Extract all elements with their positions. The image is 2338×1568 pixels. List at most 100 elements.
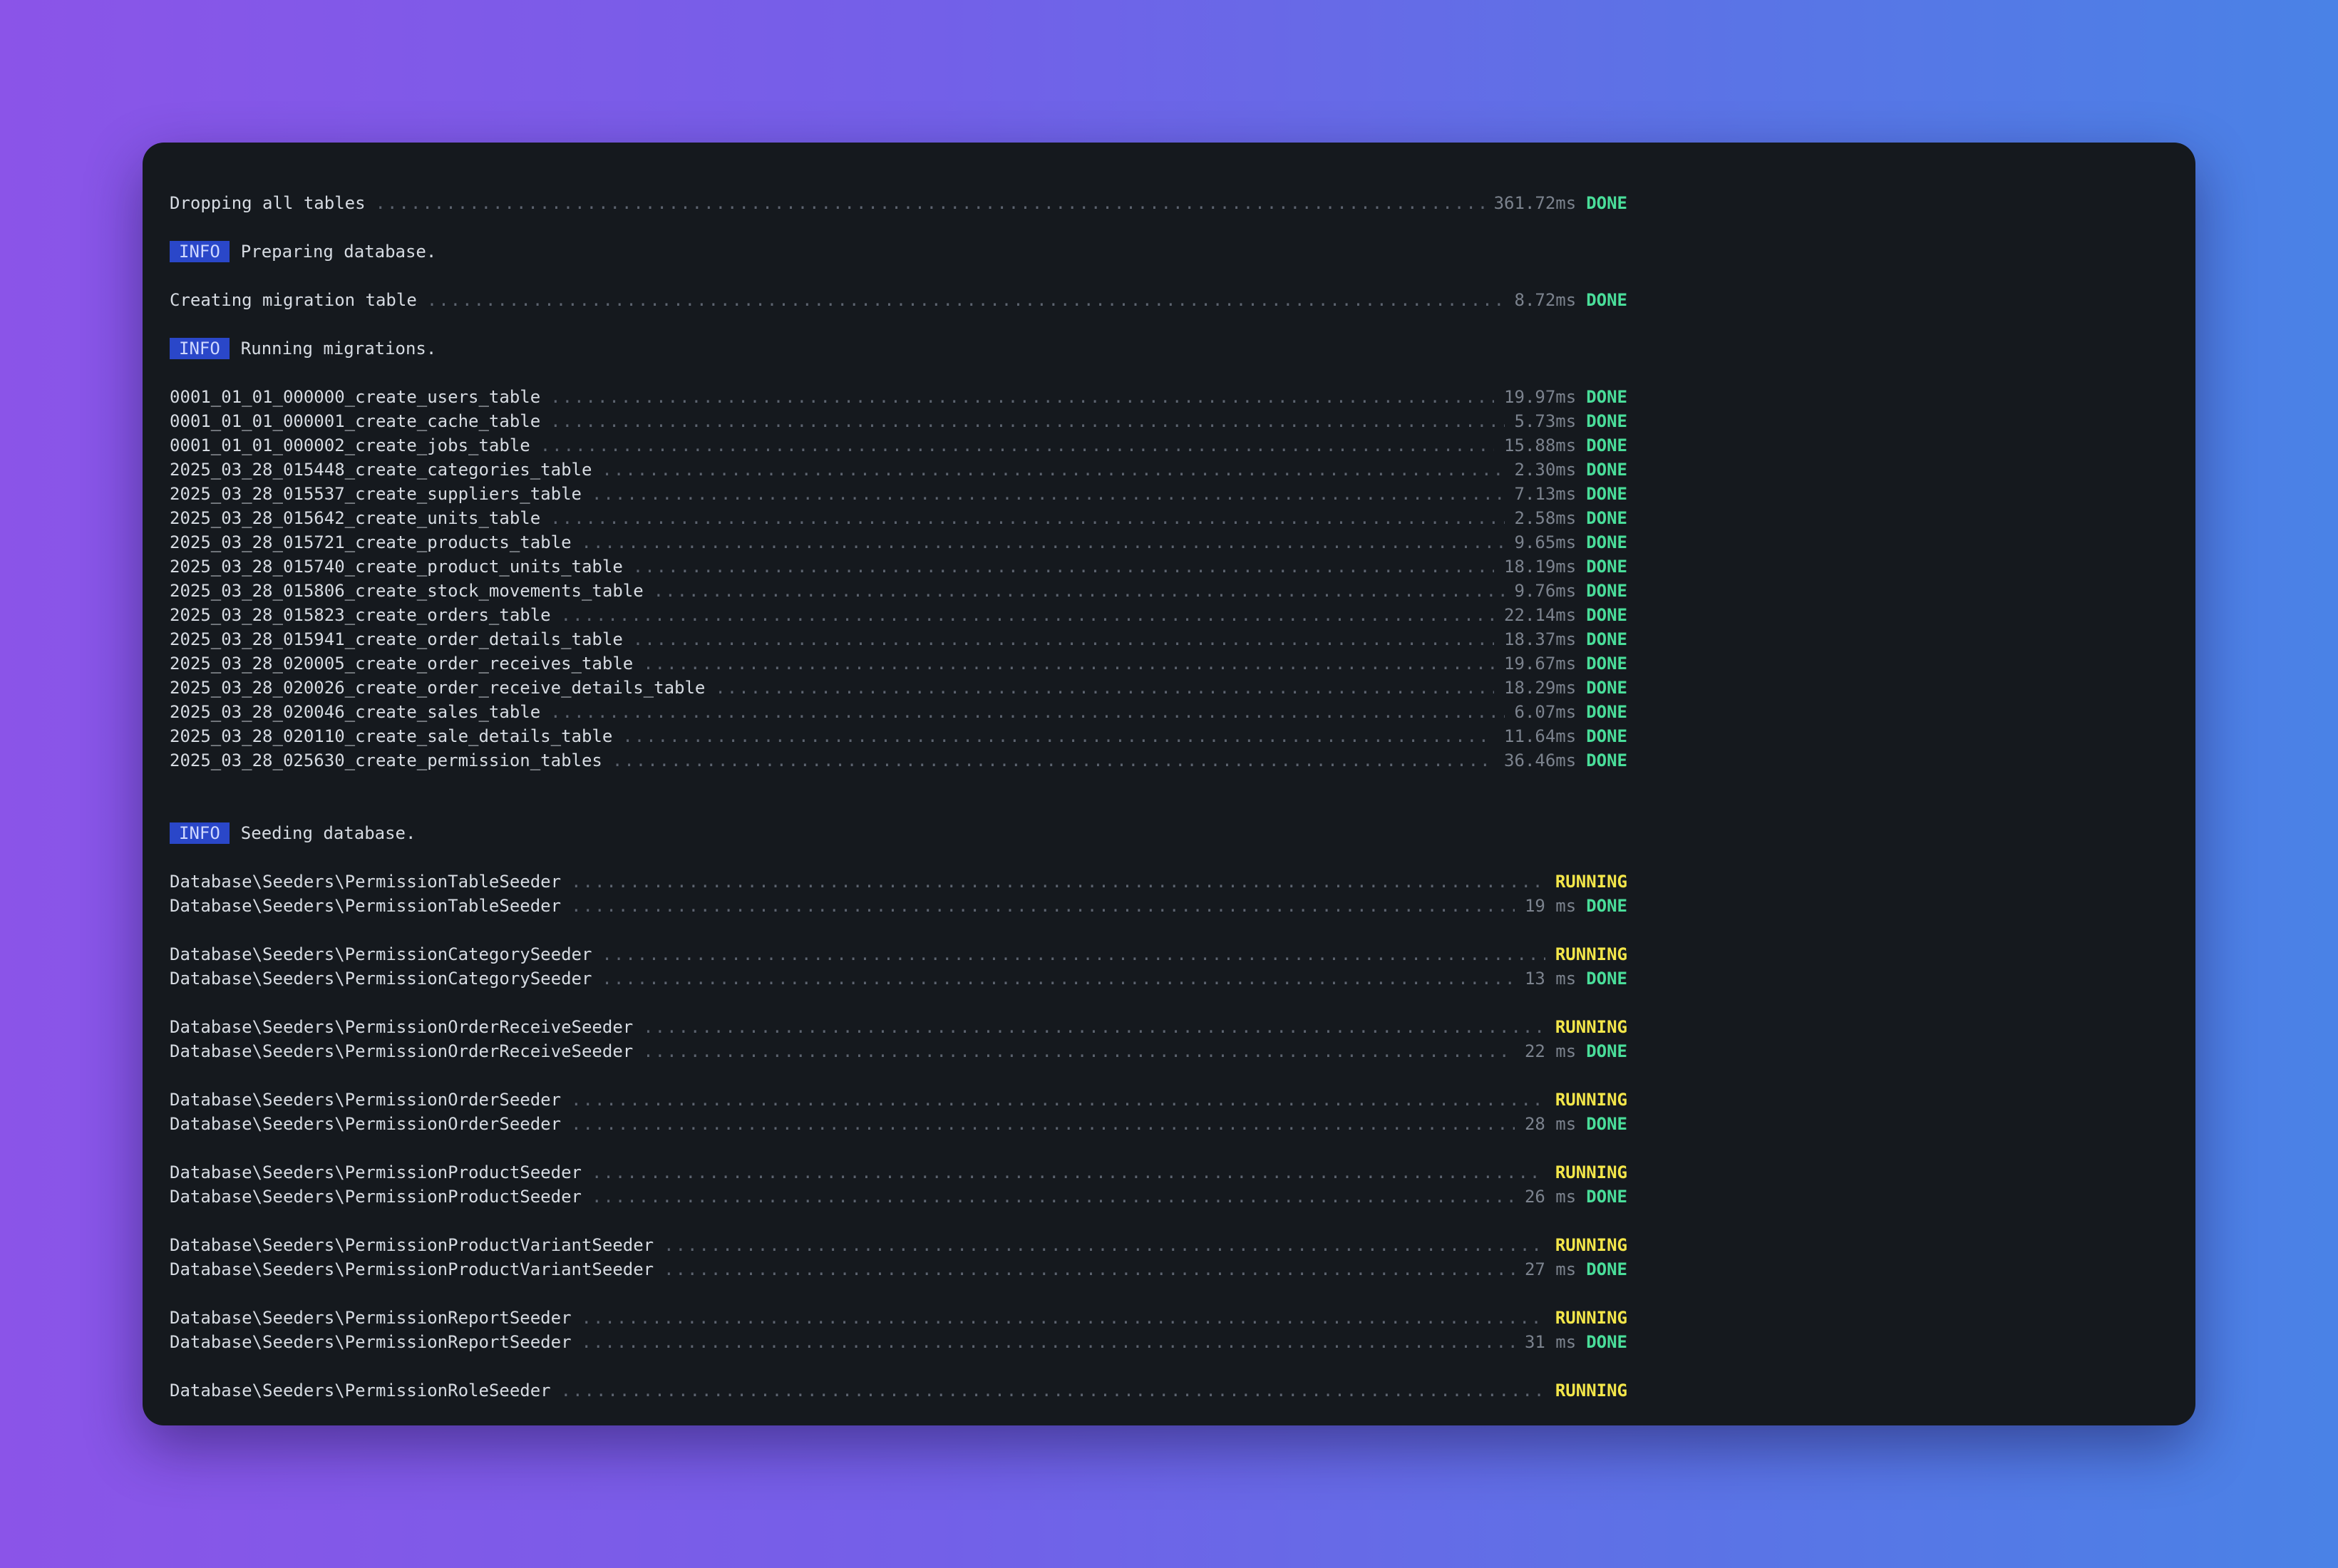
dot-leader: [550, 409, 1504, 433]
log-line-creating-migration-table: Creating migration table 8.72ms DONE: [170, 288, 1627, 312]
status-done: DONE: [1586, 557, 1627, 577]
migration-duration: 11.64ms: [1504, 726, 1577, 746]
dot-leader: [550, 700, 1504, 724]
status-done: DONE: [1586, 605, 1627, 625]
migration-name: 0001_01_01_000002_create_jobs_table: [170, 435, 530, 455]
seeder-running-line: Database\Seeders\PermissionCategorySeede…: [170, 942, 1627, 966]
info-line-running-migrations: INFO Running migrations.: [170, 336, 1627, 361]
seeder-name: Database\Seeders\PermissionCategorySeede…: [170, 969, 592, 989]
dot-leader: [582, 530, 1505, 555]
dot-leader: [643, 1015, 1545, 1039]
seeder-name: Database\Seeders\PermissionTableSeeder: [170, 896, 562, 916]
dot-leader: [664, 1257, 1515, 1281]
migration-line: 2025_03_28_015721_create_products_table …: [170, 530, 1627, 555]
seeder-done-line: Database\Seeders\PermissionTableSeeder 1…: [170, 894, 1627, 918]
migration-line: 2025_03_28_015941_create_order_details_t…: [170, 627, 1627, 651]
migration-line: 2025_03_28_015823_create_orders_table 22…: [170, 603, 1627, 627]
status-done: DONE: [1586, 193, 1627, 213]
seeder-running-line: Database\Seeders\PermissionOrderSeeder R…: [170, 1088, 1627, 1112]
migration-name: 2025_03_28_020110_create_sale_details_ta…: [170, 726, 613, 746]
status-running: RUNNING: [1555, 1381, 1627, 1401]
dot-leader: [376, 191, 1484, 215]
status-running: RUNNING: [1555, 1090, 1627, 1110]
dot-leader: [633, 555, 1494, 579]
task-duration: 361.72ms: [1493, 193, 1577, 213]
migration-duration: 9.76ms: [1514, 581, 1577, 601]
dot-leader: [592, 1160, 1545, 1185]
seeder-duration: 19 ms: [1524, 896, 1577, 916]
status-done: DONE: [1586, 654, 1627, 674]
dot-leader: [571, 894, 1515, 918]
dot-leader: [715, 676, 1494, 700]
status-done: DONE: [1586, 969, 1627, 989]
seeder-duration: 26 ms: [1524, 1187, 1577, 1207]
dot-leader: [602, 942, 1545, 966]
seeder-duration: 28 ms: [1524, 1114, 1577, 1134]
migration-name: 2025_03_28_015721_create_products_table: [170, 532, 572, 552]
status-done: DONE: [1586, 484, 1627, 504]
info-badge: INFO: [170, 822, 230, 844]
status-done: DONE: [1586, 1187, 1627, 1207]
info-badge: INFO: [170, 241, 230, 262]
seeder-name: Database\Seeders\PermissionProductVarian…: [170, 1259, 654, 1279]
dot-leader: [602, 458, 1504, 482]
dot-leader: [592, 1185, 1515, 1209]
terminal-output: Dropping all tables 361.72ms DONE INFO P…: [170, 191, 1627, 1403]
migration-duration: 18.29ms: [1504, 678, 1577, 698]
migration-line: 2025_03_28_015806_create_stock_movements…: [170, 579, 1627, 603]
status-done: DONE: [1586, 896, 1627, 916]
dot-leader: [561, 603, 1494, 627]
seeder-done-line: Database\Seeders\PermissionOrderReceiveS…: [170, 1039, 1627, 1063]
migration-line: 0001_01_01_000000_create_users_table 19.…: [170, 385, 1627, 409]
info-badge: INFO: [170, 338, 230, 359]
migration-duration: 19.67ms: [1504, 654, 1577, 674]
migration-duration: 7.13ms: [1514, 484, 1577, 504]
migration-name: 2025_03_28_015823_create_orders_table: [170, 605, 551, 625]
status-done: DONE: [1586, 629, 1627, 649]
seeder-name: Database\Seeders\PermissionOrderSeeder: [170, 1114, 562, 1134]
seeder-name: Database\Seeders\PermissionTableSeeder: [170, 872, 562, 892]
seeder-name: Database\Seeders\PermissionProductSeeder: [170, 1162, 582, 1182]
dot-leader: [664, 1233, 1545, 1257]
info-line-preparing: INFO Preparing database.: [170, 239, 1627, 264]
migration-name: 0001_01_01_000001_create_cache_table: [170, 411, 541, 431]
status-done: DONE: [1586, 290, 1627, 310]
status-done: DONE: [1586, 726, 1627, 746]
status-running: RUNNING: [1555, 1308, 1627, 1328]
migration-duration: 22.14ms: [1504, 605, 1577, 625]
log-line-dropping-tables: Dropping all tables 361.72ms DONE: [170, 191, 1627, 215]
task-duration: 8.72ms: [1514, 290, 1577, 310]
seeder-done-line: Database\Seeders\PermissionCategorySeede…: [170, 966, 1627, 991]
migration-duration: 2.58ms: [1514, 508, 1577, 528]
migration-name: 2025_03_28_015642_create_units_table: [170, 508, 541, 528]
terminal-window[interactable]: Dropping all tables 361.72ms DONE INFO P…: [143, 143, 2195, 1425]
status-done: DONE: [1586, 508, 1627, 528]
dot-leader: [612, 748, 1494, 773]
migration-duration: 36.46ms: [1504, 751, 1577, 770]
migration-duration: 18.19ms: [1504, 557, 1577, 577]
seeder-running-line: Database\Seeders\PermissionRoleSeeder RU…: [170, 1378, 1627, 1403]
migration-name: 2025_03_28_015537_create_suppliers_table: [170, 484, 582, 504]
migration-line: 2025_03_28_020046_create_sales_table 6.0…: [170, 700, 1627, 724]
migration-line: 2025_03_28_020110_create_sale_details_ta…: [170, 724, 1627, 748]
status-done: DONE: [1586, 678, 1627, 698]
seeder-name: Database\Seeders\PermissionProductSeeder: [170, 1187, 582, 1207]
info-message: Preparing database.: [240, 242, 437, 262]
dot-leader: [550, 385, 1494, 409]
migration-line: 2025_03_28_015642_create_units_table 2.5…: [170, 506, 1627, 530]
status-running: RUNNING: [1555, 944, 1627, 964]
dot-leader: [550, 506, 1504, 530]
seeder-done-line: Database\Seeders\PermissionProductSeeder…: [170, 1185, 1627, 1209]
seeder-name: Database\Seeders\PermissionOrderSeeder: [170, 1090, 562, 1110]
info-message: Seeding database.: [240, 823, 416, 843]
migration-duration: 6.07ms: [1514, 702, 1577, 722]
status-done: DONE: [1586, 411, 1627, 431]
seeder-name: Database\Seeders\PermissionProductVarian…: [170, 1235, 654, 1255]
seeder-running-line: Database\Seeders\PermissionProductSeeder…: [170, 1160, 1627, 1185]
status-done: DONE: [1586, 581, 1627, 601]
status-done: DONE: [1586, 1114, 1627, 1134]
dot-leader: [540, 433, 1494, 458]
seeder-running-line: Database\Seeders\PermissionProductVarian…: [170, 1233, 1627, 1257]
status-done: DONE: [1586, 387, 1627, 407]
seeder-name: Database\Seeders\PermissionRoleSeeder: [170, 1381, 551, 1401]
